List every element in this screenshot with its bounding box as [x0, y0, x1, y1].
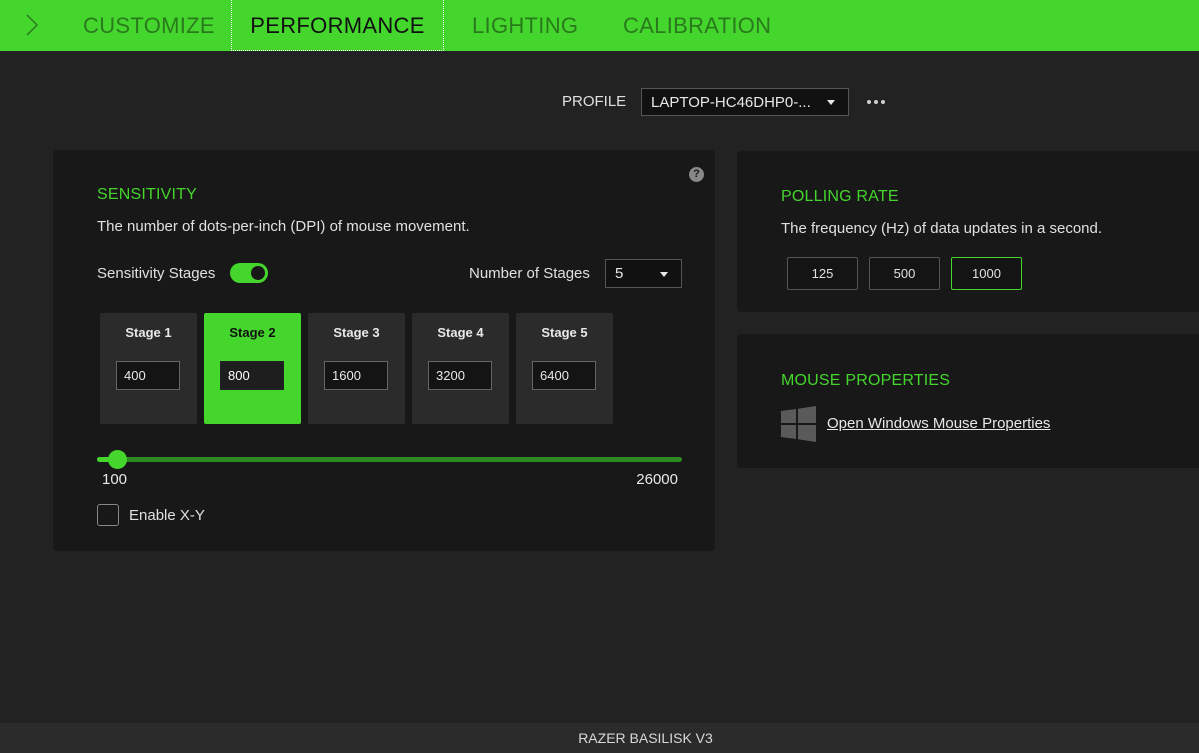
stage-card-4[interactable]: Stage 4 — [412, 313, 509, 424]
stage-dpi-input[interactable] — [116, 361, 180, 390]
stage-name: Stage 3 — [333, 325, 380, 340]
tab-calibration[interactable]: CALIBRATION — [623, 0, 771, 51]
number-of-stages-value: 5 — [615, 265, 624, 282]
enable-xy-label: Enable X-Y — [129, 507, 205, 524]
stage-dpi-input[interactable] — [220, 361, 284, 390]
stage-name: Stage 2 — [229, 325, 276, 340]
stage-dpi-input[interactable] — [428, 361, 492, 390]
enable-xy-checkbox[interactable] — [97, 504, 119, 526]
top-tab-bar: CUSTOMIZE PERFORMANCE LIGHTING CALIBRATI… — [0, 0, 1199, 51]
toggle-knob — [251, 266, 265, 280]
polling-rate-title: POLLING RATE — [781, 188, 899, 205]
help-icon[interactable]: ? — [689, 167, 704, 182]
stage-name: Stage 4 — [437, 325, 484, 340]
profile-label: PROFILE — [562, 93, 627, 110]
windows-logo-icon — [781, 406, 816, 442]
device-footer: RAZER BASILISK V3 — [0, 723, 1199, 753]
stage-card-1[interactable]: Stage 1 — [100, 313, 197, 424]
polling-rate-500-button[interactable]: 500 — [869, 257, 940, 290]
stage-dpi-input[interactable] — [324, 361, 388, 390]
chevron-right-icon[interactable] — [24, 13, 40, 37]
device-name: RAZER BASILISK V3 — [578, 730, 713, 746]
mouse-properties-panel: MOUSE PROPERTIES Open Windows Mouse Prop… — [737, 334, 1199, 468]
profile-dropdown[interactable]: LAPTOP-HC46DHP0-... — [641, 88, 849, 116]
caret-down-icon — [660, 272, 668, 277]
stage-dpi-input[interactable] — [532, 361, 596, 390]
tab-lighting[interactable]: LIGHTING — [472, 0, 578, 51]
polling-rate-panel: POLLING RATE The frequency (Hz) of data … — [737, 151, 1199, 312]
dpi-slider-handle[interactable] — [108, 450, 128, 469]
mouse-properties-title: MOUSE PROPERTIES — [781, 372, 951, 389]
dpi-slider-min: 100 — [102, 471, 128, 488]
stage-name: Stage 1 — [125, 325, 172, 340]
stage-card-2[interactable]: Stage 2 — [204, 313, 301, 424]
stage-name: Stage 5 — [541, 325, 588, 340]
stage-card-3[interactable]: Stage 3 — [308, 313, 405, 424]
sensitivity-stages-toggle[interactable] — [230, 263, 268, 283]
sensitivity-description: The number of dots-per-inch (DPI) of mou… — [97, 218, 470, 235]
profile-dropdown-value: LAPTOP-HC46DHP0-... — [651, 94, 811, 111]
sensitivity-stages-label: Sensitivity Stages — [97, 265, 216, 282]
dpi-slider-track[interactable] — [97, 457, 682, 462]
stage-card-5[interactable]: Stage 5 — [516, 313, 613, 424]
tab-customize[interactable]: CUSTOMIZE — [83, 0, 215, 51]
sensitivity-title: SENSITIVITY — [97, 186, 197, 203]
polling-rate-1000-button[interactable]: 1000 — [951, 257, 1022, 290]
number-of-stages-dropdown[interactable]: 5 — [605, 259, 682, 288]
open-windows-mouse-properties-link[interactable]: Open Windows Mouse Properties — [827, 415, 1050, 432]
caret-down-icon — [827, 100, 835, 105]
sensitivity-panel: ? SENSITIVITY The number of dots-per-inc… — [53, 150, 715, 551]
tab-performance[interactable]: PERFORMANCE — [231, 0, 444, 51]
polling-rate-125-button[interactable]: 125 — [787, 257, 858, 290]
number-of-stages-label: Number of Stages — [469, 265, 590, 282]
polling-rate-description: The frequency (Hz) of data updates in a … — [781, 220, 1103, 237]
dpi-slider-max: 26000 — [636, 471, 678, 488]
more-options-icon[interactable] — [867, 93, 889, 111]
